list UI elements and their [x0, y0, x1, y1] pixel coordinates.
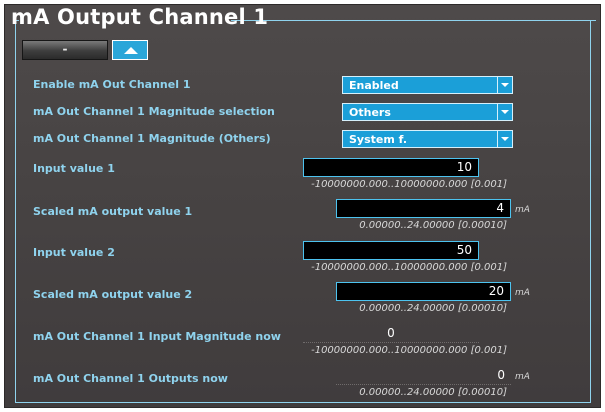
chevron-down-icon[interactable]: [497, 104, 512, 120]
scaled-output-2-field[interactable]: 20: [336, 282, 511, 301]
scaled-output-2-label: Scaled mA output value 2: [33, 288, 193, 301]
outputs-now-value: 0: [336, 367, 511, 385]
outputs-now-label: mA Out Channel 1 Outputs now: [33, 372, 228, 385]
panel-title: mA Output Channel 1: [11, 5, 269, 29]
ma-output-channel-panel: mA Output Channel 1 - Enable mA Out Chan…: [4, 4, 601, 408]
scaled-output-2-range: 0.00000..24.00000 [0.00010]: [359, 303, 507, 314]
chevron-down-icon[interactable]: [497, 77, 512, 93]
input-magnitude-now-value: 0: [303, 325, 479, 343]
input-value-1-range: -10000000.000..10000000.000 [0.001]: [311, 179, 507, 190]
enable-label: Enable mA Out Channel 1: [33, 78, 191, 91]
magnitude-others-select[interactable]: System f.: [342, 130, 513, 148]
magnitude-selection-value: Others: [349, 106, 391, 119]
input-value-2-field[interactable]: 50: [303, 241, 479, 260]
scaled-output-2-unit: mA: [515, 288, 530, 298]
collapse-button[interactable]: -: [22, 40, 108, 60]
magnitude-selection-select[interactable]: Others: [342, 103, 513, 121]
input-value-2-label: Input value 2: [33, 246, 115, 259]
scaled-output-1-unit: mA: [515, 205, 530, 215]
triangle-up-icon: [124, 47, 138, 54]
input-value-1-field[interactable]: 10: [303, 158, 479, 177]
input-magnitude-now-range: -10000000.000..10000000.000 [0.001]: [311, 345, 507, 356]
title-divider: [231, 20, 596, 21]
enable-select-value: Enabled: [349, 79, 399, 92]
input-value-1-label: Input value 1: [33, 162, 115, 175]
input-magnitude-now-label: mA Out Channel 1 Input Magnitude now: [33, 330, 281, 343]
scaled-output-1-field[interactable]: 4: [336, 199, 511, 218]
scaled-output-1-range: 0.00000..24.00000 [0.00010]: [359, 220, 507, 231]
outputs-now-range: 0.00000..24.00000 [0.00010]: [359, 387, 507, 398]
magnitude-others-label: mA Out Channel 1 Magnitude (Others): [33, 132, 271, 145]
magnitude-selection-label: mA Out Channel 1 Magnitude selection: [33, 105, 275, 118]
outputs-now-unit: mA: [515, 372, 530, 382]
magnitude-others-value: System f.: [349, 133, 408, 146]
chevron-down-icon[interactable]: [497, 131, 512, 147]
enable-select[interactable]: Enabled: [342, 76, 513, 94]
scroll-up-button[interactable]: [112, 40, 148, 60]
input-value-2-range: -10000000.000..10000000.000 [0.001]: [311, 262, 507, 273]
scaled-output-1-label: Scaled mA output value 1: [33, 205, 193, 218]
